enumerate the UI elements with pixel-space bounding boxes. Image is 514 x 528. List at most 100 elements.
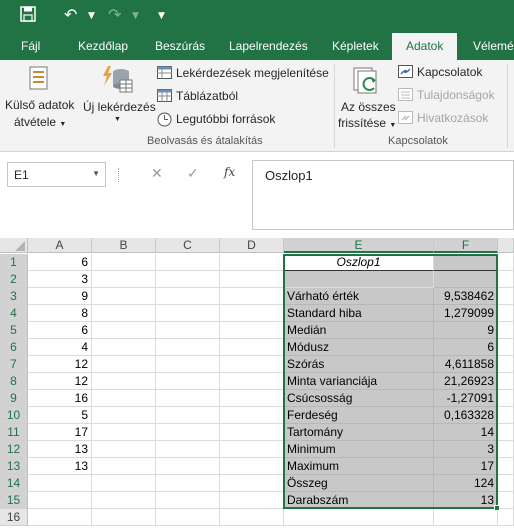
select-all-button[interactable] — [0, 238, 28, 253]
cell[interactable] — [498, 441, 514, 458]
stats-label-cell[interactable]: Maximum — [284, 458, 434, 475]
new-query-chevron-icon[interactable]: ▼ — [114, 116, 121, 123]
formula-input[interactable]: Oszlop1 — [252, 160, 514, 230]
cell[interactable] — [92, 373, 156, 390]
tab-file[interactable]: Fájl — [21, 33, 40, 60]
cell-a-value[interactable]: 13 — [28, 441, 92, 458]
cell[interactable] — [220, 424, 284, 441]
stats-label-cell[interactable]: Tartomány — [284, 424, 434, 441]
tab-review[interactable]: Vélemén — [473, 33, 514, 60]
stats-value-cell[interactable]: 1,279099 — [434, 305, 498, 322]
row-header[interactable]: 3 — [0, 288, 28, 305]
enter-icon[interactable]: ✓ — [187, 166, 199, 182]
stats-blank-cell[interactable] — [284, 271, 434, 288]
row-header[interactable]: 13 — [0, 458, 28, 475]
refresh-all-button-line2[interactable]: frissítése ▼ — [338, 116, 396, 130]
column-header-e[interactable]: E — [284, 238, 434, 253]
row-header[interactable]: 1 — [0, 254, 28, 271]
cell[interactable] — [220, 288, 284, 305]
tab-page-layout[interactable]: Lapelrendezés — [229, 33, 308, 60]
cell[interactable] — [220, 492, 284, 509]
cell-a-value[interactable]: 13 — [28, 458, 92, 475]
cell[interactable] — [220, 356, 284, 373]
worksheet-grid[interactable]: A B C D E F 1 6 Oszlop1 2 3 3 9 Várható érték 9,538462… — [0, 238, 514, 528]
cell-a-value[interactable]: 3 — [28, 271, 92, 288]
cell[interactable] — [498, 458, 514, 475]
column-header-f[interactable]: F — [434, 238, 498, 253]
cell[interactable] — [220, 390, 284, 407]
cell[interactable] — [220, 305, 284, 322]
stats-header-cell[interactable]: Oszlop1 — [284, 254, 434, 271]
row-header[interactable]: 5 — [0, 322, 28, 339]
tab-insert[interactable]: Beszúrás — [155, 33, 205, 60]
cell[interactable] — [156, 475, 220, 492]
row-header[interactable]: 9 — [0, 390, 28, 407]
cell-a-value[interactable]: 12 — [28, 356, 92, 373]
new-query-button[interactable]: Új lekérdezés — [83, 100, 156, 114]
save-icon[interactable] — [20, 6, 36, 26]
cell[interactable] — [220, 407, 284, 424]
connections-button[interactable]: Kapcsolatok — [417, 65, 482, 79]
stats-label-cell[interactable]: Minta varianciája — [284, 373, 434, 390]
cell[interactable] — [92, 441, 156, 458]
cell[interactable] — [92, 271, 156, 288]
stats-label-cell[interactable]: Összeg — [284, 475, 434, 492]
row-header[interactable]: 10 — [0, 407, 28, 424]
cell[interactable] — [498, 305, 514, 322]
cell[interactable] — [220, 441, 284, 458]
row-header[interactable]: 6 — [0, 339, 28, 356]
cell[interactable] — [220, 339, 284, 356]
cell-a-value[interactable]: 6 — [28, 254, 92, 271]
cell[interactable] — [92, 339, 156, 356]
cell[interactable] — [92, 475, 156, 492]
cell[interactable] — [434, 509, 498, 526]
cell[interactable] — [92, 356, 156, 373]
formula-bar-grip[interactable] — [118, 168, 120, 182]
cell-a-value[interactable]: 4 — [28, 339, 92, 356]
stats-value-cell[interactable]: 0,163328 — [434, 407, 498, 424]
row-header[interactable]: 12 — [0, 441, 28, 458]
name-box[interactable]: E1 ▼ — [7, 162, 106, 187]
cell[interactable] — [220, 322, 284, 339]
cell[interactable] — [156, 373, 220, 390]
stats-label-cell[interactable]: Medián — [284, 322, 434, 339]
stats-label-cell[interactable]: Várható érték — [284, 288, 434, 305]
stats-value-cell[interactable]: 3 — [434, 441, 498, 458]
stats-header-cell[interactable] — [434, 254, 498, 271]
cell[interactable] — [92, 288, 156, 305]
cell[interactable] — [156, 339, 220, 356]
cell[interactable] — [220, 458, 284, 475]
fill-handle[interactable] — [494, 505, 500, 511]
cell[interactable] — [498, 475, 514, 492]
insert-function-icon[interactable]: fx — [224, 165, 235, 179]
cell[interactable] — [498, 373, 514, 390]
customize-qat-icon[interactable]: ▼ — [158, 11, 165, 21]
undo-dropdown-icon[interactable]: ▼ — [88, 11, 95, 21]
cell[interactable] — [498, 492, 514, 509]
cell[interactable] — [220, 373, 284, 390]
show-queries-button[interactable]: Lekérdezések megjelenítése — [176, 66, 329, 80]
cell[interactable] — [92, 305, 156, 322]
stats-label-cell[interactable]: Csúcsosság — [284, 390, 434, 407]
cell[interactable] — [156, 441, 220, 458]
cell[interactable] — [156, 254, 220, 271]
stats-value-cell[interactable]: 14 — [434, 424, 498, 441]
from-table-button[interactable]: Táblázatból — [176, 89, 238, 103]
cell[interactable] — [156, 390, 220, 407]
stats-blank-cell[interactable] — [434, 271, 498, 288]
stats-value-cell[interactable]: 9,538462 — [434, 288, 498, 305]
cell-a-value[interactable]: 12 — [28, 373, 92, 390]
cell-a-value[interactable]: 17 — [28, 424, 92, 441]
cell[interactable] — [498, 424, 514, 441]
cell[interactable] — [156, 271, 220, 288]
cell-a-value[interactable]: 16 — [28, 390, 92, 407]
stats-value-cell[interactable]: 9 — [434, 322, 498, 339]
cell[interactable] — [28, 509, 92, 526]
cell[interactable] — [498, 509, 514, 526]
stats-value-cell[interactable]: 21,26923 — [434, 373, 498, 390]
stats-value-cell[interactable]: 4,611858 — [434, 356, 498, 373]
cell[interactable] — [156, 322, 220, 339]
cell-a-value[interactable]: 6 — [28, 322, 92, 339]
row-header[interactable]: 11 — [0, 424, 28, 441]
stats-value-cell[interactable]: -1,27091 — [434, 390, 498, 407]
